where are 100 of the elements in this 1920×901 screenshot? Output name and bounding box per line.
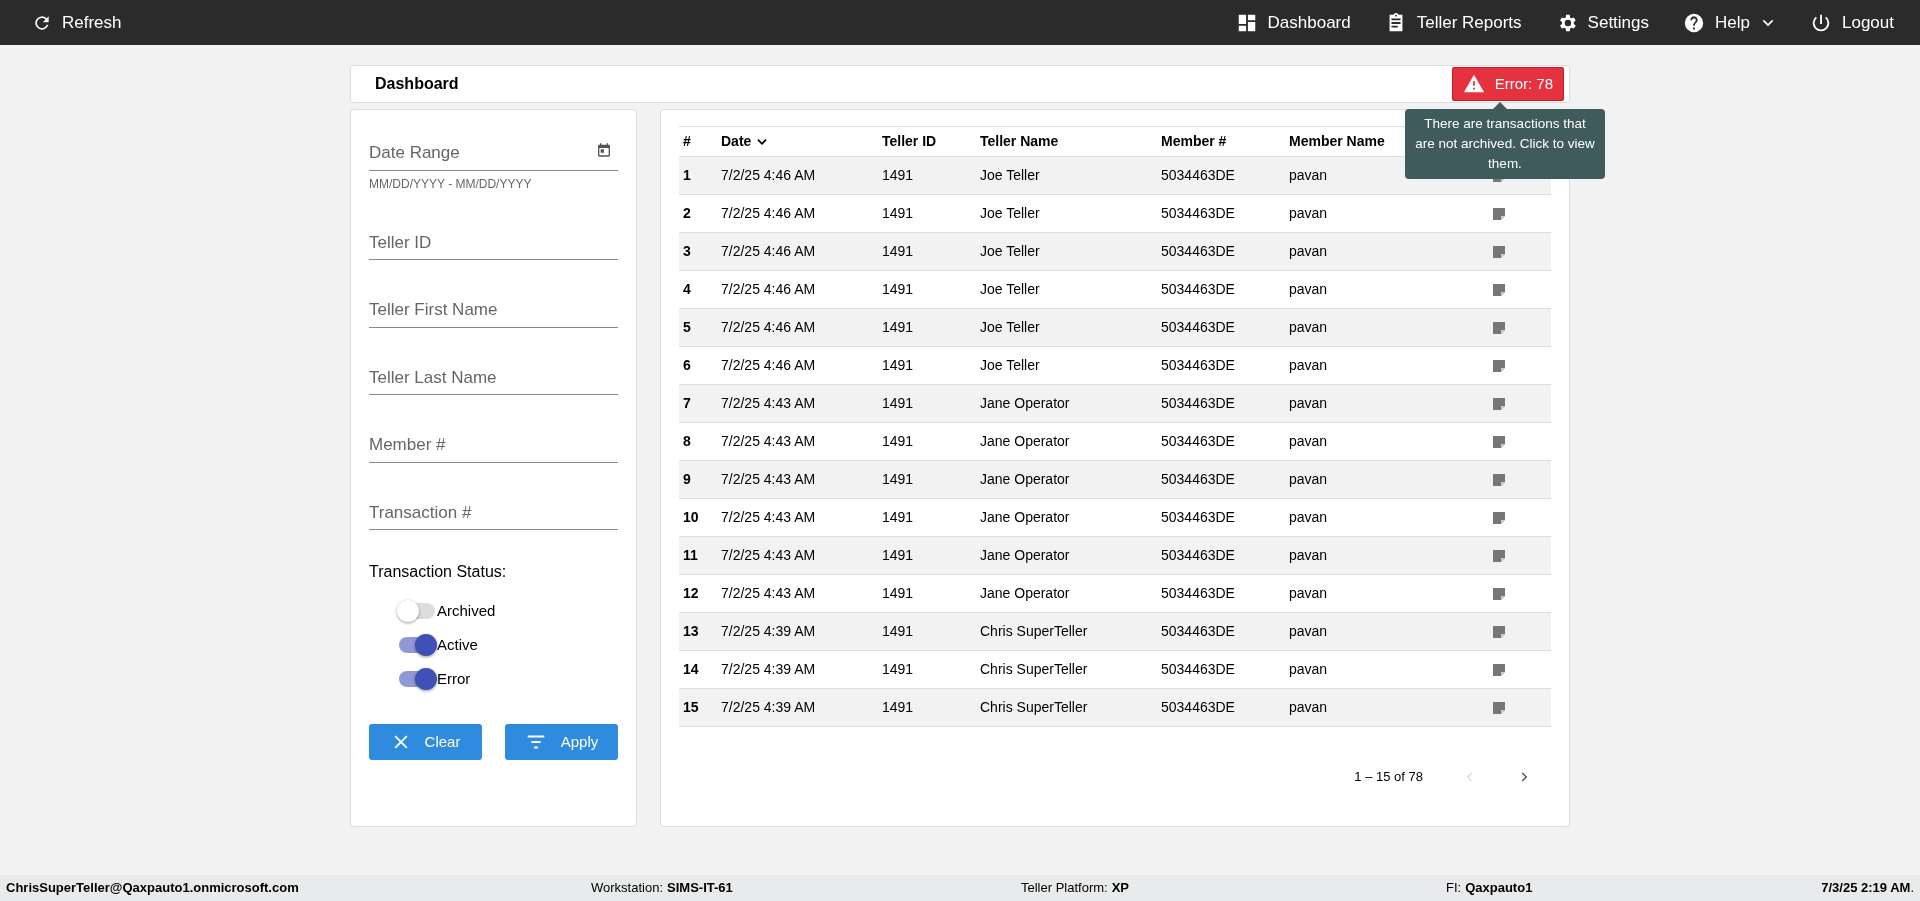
tooltip: There are transactions that are not archived. Click to view them. (1405, 109, 1605, 179)
column-header: Teller Name (980, 133, 1059, 149)
table-cell: Joe Teller (980, 243, 1040, 259)
table-cell: 5034463DE (1161, 509, 1235, 525)
table-cell: 7/2/25 4:46 AM (721, 319, 816, 335)
table-cell: pavan (1289, 357, 1328, 373)
table-cell: 7/2/25 4:43 AM (721, 585, 816, 601)
column-header: Member # (1161, 133, 1227, 149)
table-cell: 5034463DE (1161, 623, 1235, 639)
table-cell: 7/2/25 4:39 AM (721, 699, 816, 715)
table-cell: 1491 (882, 699, 914, 715)
table-cell: pavan (1289, 661, 1328, 677)
toggle-switch[interactable] (399, 671, 435, 687)
status-value: Qaxpauto1 (1465, 879, 1533, 898)
table-cell: 5034463DE (1161, 699, 1235, 715)
note-icon (1491, 700, 1507, 717)
toggle-switch[interactable] (399, 603, 435, 619)
table-cell: 5034463DE (1161, 281, 1235, 297)
table-cell: pavan (1289, 585, 1328, 601)
table-cell: 7/2/25 4:46 AM (721, 167, 816, 183)
column-header[interactable]: Date (721, 131, 770, 152)
table-cell: pavan (1289, 699, 1328, 715)
error-badge[interactable]: Error: 78 (1451, 67, 1564, 101)
table-cell: 7/2/25 4:43 AM (721, 395, 816, 411)
input-field[interactable]: Transaction # (369, 495, 618, 530)
table-cell: pavan (1289, 205, 1328, 221)
table-cell: 1491 (882, 471, 914, 487)
apply-button[interactable]: Apply (505, 724, 618, 760)
table-cell: Chris SuperTeller (980, 699, 1088, 715)
date-range-field[interactable]: Date Range (369, 136, 618, 171)
nav-link[interactable]: Teller Reports (1384, 9, 1522, 36)
table-cell: pavan (1289, 281, 1328, 297)
table-cell: pavan (1289, 319, 1328, 335)
note-icon (1491, 434, 1507, 451)
table-cell: 5034463DE (1161, 167, 1235, 183)
table-cell: 1491 (882, 509, 914, 525)
row-number: 11 (683, 547, 698, 563)
note-icon (1491, 472, 1507, 489)
table-cell: 1491 (882, 167, 914, 183)
status-label: Transaction Status: (369, 562, 508, 582)
calendar-icon (596, 142, 612, 158)
table-cell: 1491 (882, 433, 914, 449)
table-cell: 1491 (882, 395, 914, 411)
table-cell: 7/2/25 4:39 AM (721, 661, 816, 677)
table-cell: pavan (1289, 623, 1328, 639)
input-field[interactable]: Member # (369, 428, 618, 463)
table-cell: pavan (1289, 167, 1328, 183)
clear-button[interactable]: Clear (369, 724, 482, 760)
toggle-switch[interactable] (399, 637, 435, 653)
status-label: FI: (1446, 879, 1462, 898)
table-cell: Chris SuperTeller (980, 661, 1088, 677)
table-cell: 5034463DE (1161, 661, 1235, 677)
logout-button[interactable]: Logout (1810, 9, 1894, 36)
table-cell: 1491 (882, 585, 914, 601)
note-icon (1491, 548, 1507, 565)
table-cell: 5034463DE (1161, 471, 1235, 487)
row-number: 4 (683, 281, 691, 297)
table-cell: 7/2/25 4:46 AM (721, 281, 816, 297)
note-icon (1491, 320, 1507, 337)
note-icon (1491, 662, 1507, 679)
table-cell: pavan (1289, 243, 1328, 259)
table-cell: Joe Teller (980, 167, 1040, 183)
table-cell: 1491 (882, 243, 914, 259)
nav-link[interactable]: Dashboard (1235, 9, 1351, 36)
row-number: 8 (683, 433, 691, 449)
table-cell: 1491 (882, 205, 914, 221)
row-number: 5 (683, 319, 691, 335)
table-cell: 7/2/25 4:46 AM (721, 205, 816, 221)
table-cell: Jane Operator (980, 395, 1070, 411)
input-field[interactable]: Teller ID (369, 225, 618, 260)
nav-link[interactable]: Help (1683, 9, 1776, 36)
table-cell: 7/2/25 4:43 AM (721, 547, 816, 563)
nav-link[interactable]: Settings (1555, 9, 1650, 36)
refresh-button[interactable]: Refresh (32, 9, 122, 36)
table-cell: 5034463DE (1161, 547, 1235, 563)
table-cell: Joe Teller (980, 205, 1040, 221)
table-cell: pavan (1289, 395, 1328, 411)
table-cell: 1491 (882, 661, 914, 677)
input-field[interactable]: Teller First Name (369, 293, 618, 328)
table-cell: 1491 (882, 623, 914, 639)
note-icon (1491, 244, 1507, 261)
status-value: XP (1111, 879, 1130, 898)
toggle-label: Error (437, 668, 471, 689)
table-cell: 7/2/25 4:43 AM (721, 433, 816, 449)
user-email: ChrisSuperTeller@Qaxpauto1.onmicrosoft.com (6, 879, 300, 898)
row-number: 2 (683, 205, 691, 221)
table-cell: 5034463DE (1161, 205, 1235, 221)
table-cell: 5034463DE (1161, 319, 1235, 335)
status-label: Workstation: (591, 879, 663, 898)
table-cell: 5034463DE (1161, 357, 1235, 373)
toggle-label: Archived (437, 600, 496, 621)
row-number: 7 (683, 395, 691, 411)
pagination-range: 1 – 15 of 78 (1354, 767, 1423, 786)
column-header: # (683, 133, 691, 149)
table-cell: 7/2/25 4:46 AM (721, 243, 816, 259)
note-icon (1491, 282, 1507, 299)
row-number: 10 (683, 509, 699, 525)
table-cell: 1491 (882, 281, 914, 297)
row-number: 3 (683, 243, 691, 259)
input-field[interactable]: Teller Last Name (369, 360, 618, 395)
